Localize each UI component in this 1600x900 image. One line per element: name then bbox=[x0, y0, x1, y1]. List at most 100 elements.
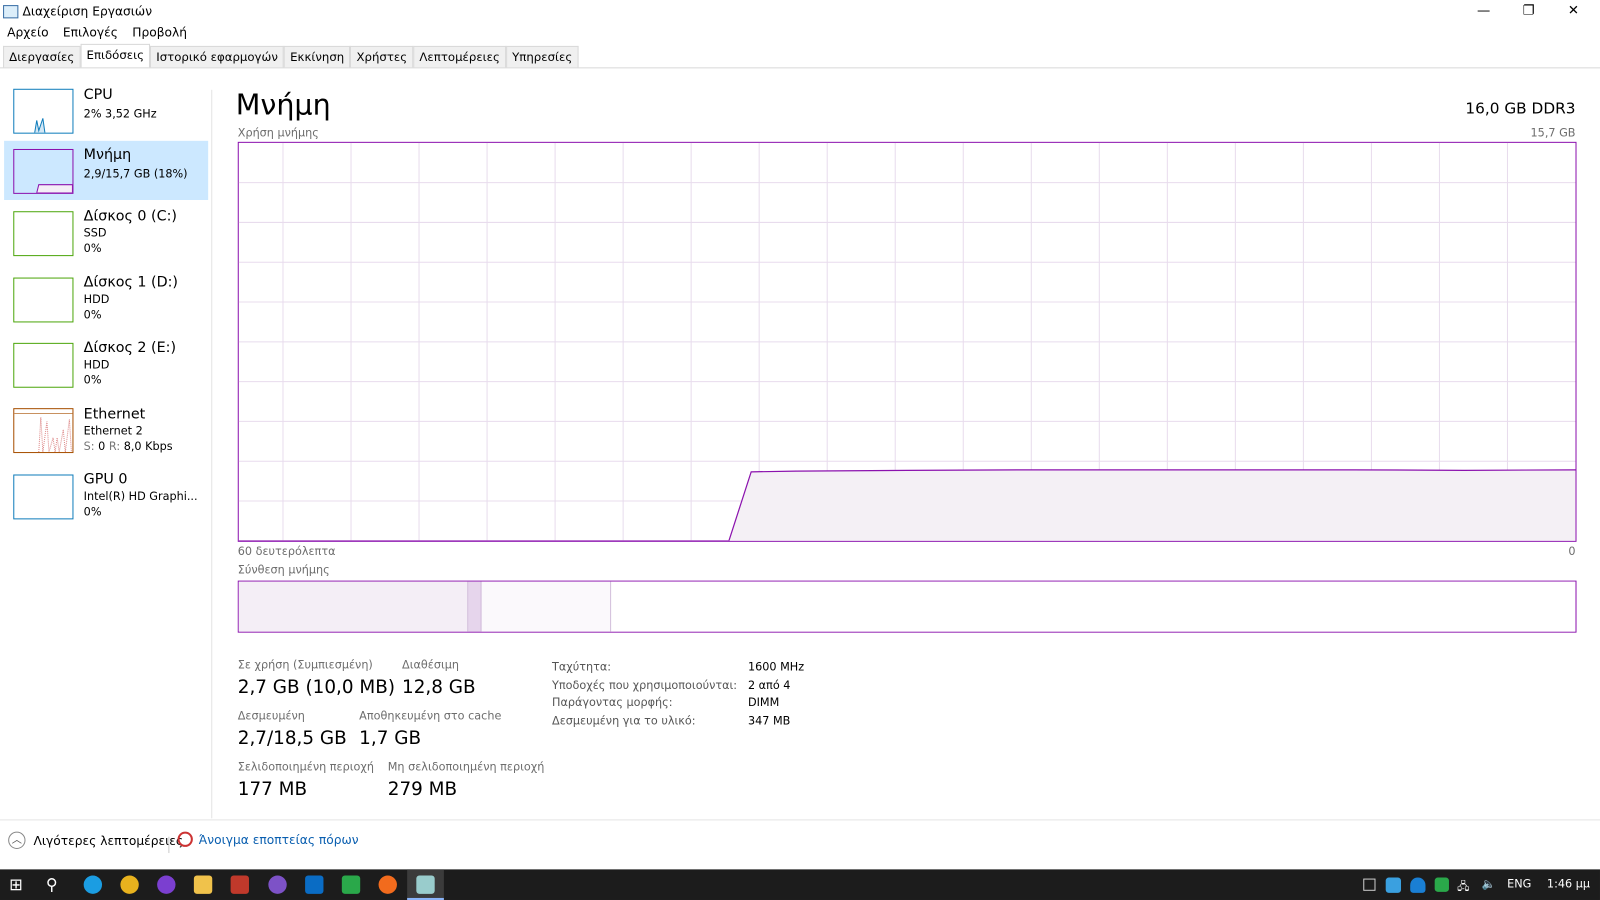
item-detail: Ethernet 2 bbox=[83, 424, 143, 438]
divider bbox=[168, 836, 170, 854]
fewer-details-label: Λιγότερες λεπτομέρειες bbox=[33, 833, 184, 848]
in-use-label: Σε χρήση (Συμπιεσμένη) bbox=[237, 658, 373, 672]
tray-icon[interactable] bbox=[1385, 877, 1402, 893]
available-value: 12,8 GB bbox=[402, 676, 476, 698]
memory-thumbnail bbox=[13, 148, 74, 194]
usage-area bbox=[238, 469, 1576, 541]
search-icon[interactable]: ⚲ bbox=[46, 875, 64, 894]
item-name: Δίσκος 2 (E:) bbox=[83, 339, 177, 357]
nonpaged-pool-value: 279 MB bbox=[387, 778, 458, 800]
item-detail: 2% 3,52 GHz bbox=[83, 107, 157, 121]
item-percent: 0% bbox=[83, 241, 102, 256]
usage-max: 15,7 GB bbox=[1530, 126, 1576, 140]
cpu-thumbnail bbox=[13, 88, 74, 134]
network-icon[interactable]: 🖧 bbox=[1457, 878, 1470, 897]
composition-standby bbox=[482, 581, 612, 632]
chrome-icon[interactable] bbox=[120, 875, 139, 894]
title-bar: Διαχείριση Εργασιών — ❐ ✕ bbox=[0, 0, 1600, 24]
memory-total: 16,0 GB DDR3 bbox=[1465, 98, 1576, 118]
spec-value: DIMM bbox=[747, 695, 780, 710]
item-name: Ethernet bbox=[83, 406, 146, 423]
disk-thumbnail bbox=[13, 277, 74, 323]
maximize-button[interactable]: ❐ bbox=[1506, 0, 1551, 24]
sidebar-item-ethernet[interactable]: Ethernet Ethernet 2 S: 0 R: 8,0 Kbps bbox=[4, 404, 208, 463]
defender-shield-icon[interactable] bbox=[1410, 877, 1426, 893]
close-button[interactable]: ✕ bbox=[1551, 0, 1596, 24]
app-icon[interactable] bbox=[230, 875, 249, 894]
spec-label: Παράγοντας μορφής: bbox=[552, 695, 673, 710]
windows-start-icon[interactable]: ⊞ bbox=[9, 875, 27, 894]
gpu-thumbnail bbox=[13, 474, 74, 520]
resource-sidebar: CPU 2% 3,52 GHz Μνήμη 2,9/15,7 GB (18%) … bbox=[0, 68, 211, 819]
tor-browser-icon[interactable] bbox=[157, 875, 176, 894]
resource-monitor-label: Άνοιγμα εποπτείας πόρων bbox=[198, 832, 359, 847]
sidebar-item-disk-0[interactable]: Δίσκος 0 (C:) SSD 0% bbox=[4, 206, 208, 265]
tray-icon[interactable] bbox=[1363, 878, 1376, 891]
language-indicator[interactable]: ENG bbox=[1507, 878, 1531, 891]
firefox-icon[interactable] bbox=[378, 875, 397, 894]
send-label: S: bbox=[83, 439, 95, 454]
receive-value: 8,0 Kbps bbox=[123, 439, 173, 454]
spec-value: 1600 MHz bbox=[747, 660, 805, 674]
resource-monitor-icon bbox=[177, 831, 193, 847]
fewer-details-button[interactable]: ︿ Λιγότερες λεπτομέρειες bbox=[8, 831, 184, 859]
tab-users[interactable]: Χρήστες bbox=[350, 45, 414, 68]
paged-pool-value: 177 MB bbox=[237, 778, 308, 800]
time-left-label: 60 δευτερόλεπτα bbox=[237, 544, 336, 559]
app-icon[interactable] bbox=[341, 875, 361, 894]
sidebar-item-disk-2[interactable]: Δίσκος 2 (E:) HDD 0% bbox=[4, 338, 208, 397]
sidebar-item-cpu[interactable]: CPU 2% 3,52 GHz bbox=[4, 81, 208, 140]
tab-details[interactable]: Λεπτομέρειες bbox=[413, 45, 506, 68]
nonpaged-pool-label: Μη σελιδοποιημένη περιοχή bbox=[387, 760, 545, 774]
in-use-value: 2,7 GB (10,0 MB) bbox=[237, 676, 395, 698]
open-resource-monitor-link[interactable]: Άνοιγμα εποπτείας πόρων bbox=[177, 831, 359, 859]
tab-app-history[interactable]: Ιστορικό εφαρμογών bbox=[150, 45, 285, 68]
item-detail: HDD bbox=[83, 292, 110, 307]
ethernet-thumbnail bbox=[13, 408, 74, 454]
item-name: Μνήμη bbox=[83, 146, 132, 164]
tab-processes[interactable]: Διεργασίες bbox=[3, 45, 81, 68]
memory-specs: Ταχύτητα: Υποδοχές που χρησιμοποιούνται:… bbox=[552, 658, 737, 729]
item-detail: HDD bbox=[83, 358, 110, 372]
tab-services[interactable]: Υπηρεσίες bbox=[505, 45, 579, 68]
memory-spec-values: 1600 MHz 2 από 4 DIMM 347 MB bbox=[748, 658, 804, 729]
item-name: CPU bbox=[83, 86, 113, 104]
cached-label: Αποθηκευμένη στο cache bbox=[359, 709, 502, 723]
menu-file[interactable]: Αρχείο bbox=[0, 24, 56, 42]
composition-free bbox=[611, 581, 1576, 632]
item-percent: 0% bbox=[83, 308, 102, 322]
time-right-label: 0 bbox=[1568, 544, 1576, 559]
task-manager-taskbar-button[interactable] bbox=[407, 869, 444, 900]
menu-options[interactable]: Επιλογές bbox=[56, 24, 125, 42]
item-name: Δίσκος 0 (C:) bbox=[83, 208, 177, 225]
item-detail: SSD bbox=[83, 226, 107, 240]
window-title: Διαχείριση Εργασιών bbox=[22, 4, 153, 19]
menu-view[interactable]: Προβολή bbox=[125, 24, 194, 42]
tab-performance[interactable]: Επιδόσεις bbox=[80, 43, 151, 68]
composition-label: Σύνθεση μνήμης bbox=[237, 563, 330, 577]
chevron-up-icon: ︿ bbox=[8, 831, 26, 849]
outlook-icon[interactable] bbox=[305, 875, 324, 894]
sidebar-item-gpu[interactable]: GPU 0 Intel(R) HD Graphi... 0% bbox=[4, 469, 208, 528]
taskbar: ⊞ ⚲ 🖧 🔈 ENG 1:46 μμ bbox=[0, 869, 1600, 900]
edge-icon[interactable] bbox=[83, 875, 103, 894]
file-explorer-icon[interactable] bbox=[193, 875, 213, 894]
clock[interactable]: 1:46 μμ bbox=[1547, 878, 1590, 891]
viber-icon[interactable] bbox=[268, 875, 287, 894]
available-label: Διαθέσιμη bbox=[402, 658, 460, 672]
page-title: Μνήμη bbox=[235, 87, 331, 122]
sidebar-item-memory[interactable]: Μνήμη 2,9/15,7 GB (18%) bbox=[4, 140, 209, 200]
divider bbox=[0, 67, 1600, 69]
item-percent: 0% bbox=[83, 373, 102, 387]
usage-label: Χρήση μνήμης bbox=[237, 126, 319, 140]
tab-bar: Διεργασίες Επιδόσεις Ιστορικό εφαρμογών … bbox=[3, 43, 579, 68]
sidebar-item-disk-1[interactable]: Δίσκος 1 (D:) HDD 0% bbox=[4, 272, 208, 331]
task-manager-icon bbox=[416, 875, 435, 894]
item-name: GPU 0 bbox=[83, 471, 128, 488]
tab-startup[interactable]: Εκκίνηση bbox=[284, 45, 351, 68]
item-detail: Intel(R) HD Graphi... bbox=[83, 489, 198, 504]
volume-icon[interactable]: 🔈 bbox=[1482, 878, 1496, 891]
task-manager-icon bbox=[3, 5, 19, 19]
minimize-button[interactable]: — bbox=[1461, 0, 1506, 24]
tray-icon[interactable] bbox=[1434, 877, 1449, 892]
